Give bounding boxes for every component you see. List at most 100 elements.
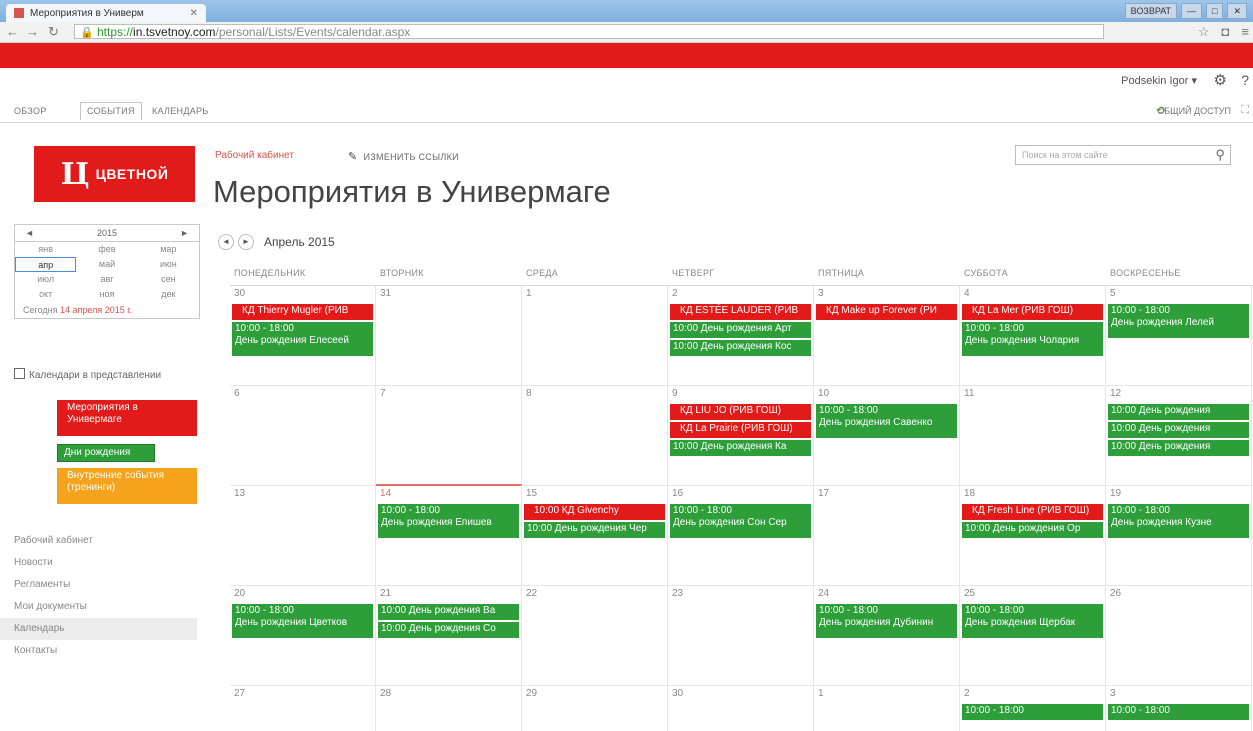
day-number[interactable]: 2 [668,288,813,302]
left-nav-item[interactable]: Мои документы [0,596,197,618]
window-close-button[interactable]: ✕ [1227,3,1247,19]
calendars-in-view-label[interactable]: Календари в представлении [29,370,161,381]
event-item[interactable]: КД La Prairie (РИВ ГОШ) [670,422,811,438]
event-item[interactable]: КД Make up Forever (РИ [816,304,957,320]
calendar-day[interactable]: 3 КД Make up Forever (РИ [814,286,960,385]
legend-events[interactable]: Мероприятия в Универмаге [57,400,197,436]
calendar-day[interactable]: 17 [814,486,960,585]
calendar-day[interactable]: 27 [230,686,376,731]
forward-arrow-icon[interactable]: → [26,24,39,39]
month-cell[interactable]: ноя [76,287,137,302]
event-item[interactable]: 10:00 День рождения [1108,404,1249,420]
calendar-day[interactable]: 12 10:00 День рождения 10:00 День рождения… [1106,386,1252,485]
window-minimize-button[interactable]: — [1181,3,1203,19]
calendar-day[interactable]: 26 [1106,586,1252,685]
extension-icon[interactable]: ◘ [1222,24,1230,40]
day-number[interactable]: 27 [230,688,375,702]
day-number[interactable]: 3 [814,288,959,302]
menu-icon[interactable]: ≡ [1241,24,1249,40]
legend-birthdays[interactable]: Дни рождения [57,444,155,462]
calendar-day[interactable]: 6 [230,386,376,485]
month-cell[interactable]: авг [76,272,137,287]
search-input[interactable]: Поиск на этом сайте ⚲ [1015,145,1231,165]
calendar-day[interactable]: 30 [668,686,814,731]
day-number[interactable]: 14 [376,488,521,502]
left-nav-item[interactable]: Новости [0,552,197,574]
event-item[interactable]: 10:00 - 18:00 День рождения Дубинин [816,604,957,638]
day-number[interactable]: 4 [960,288,1105,302]
event-item[interactable]: 10:00 День рождения Арт [670,322,811,338]
calendar-day[interactable]: 20 10:00 - 18:00 День рождения Цветков [230,586,376,685]
calendar-day[interactable]: 31 [376,286,522,385]
event-item[interactable]: 10:00 - 18:00 День рождения Сон Сер [670,504,811,538]
day-number[interactable]: 18 [960,488,1105,502]
calendar-day[interactable]: 2 10:00 - 18:00 [960,686,1106,731]
day-number[interactable]: 24 [814,588,959,602]
calendar-day[interactable]: 16 10:00 - 18:00 День рождения Сон Сер [668,486,814,585]
event-item[interactable]: КД Fresh Line (РИВ ГОШ) [962,504,1103,520]
tab-events[interactable]: СОБЫТИЯ [80,102,142,120]
left-nav-item[interactable]: Контакты [0,640,197,662]
day-number[interactable]: 23 [668,588,813,602]
month-cell[interactable]: фев [76,242,137,257]
calendar-day[interactable]: 7 [376,386,522,485]
user-menu[interactable]: Podsekin Igor ▾ [1121,74,1197,87]
calendar-day[interactable]: 28 [376,686,522,731]
calendar-day[interactable]: 22 [522,586,668,685]
calendar-day[interactable]: 29 [522,686,668,731]
day-number[interactable]: 2 [960,688,1105,702]
search-icon[interactable]: ⚲ [1215,147,1225,163]
address-bar[interactable]: 🔒 https://in.tsvetnoy.com/personal/Lists… [74,24,1104,39]
event-item[interactable]: 10:00 День рождения Ор [962,522,1103,538]
event-item[interactable]: КД LIU JO (РИВ ГОШ) [670,404,811,420]
window-restore-button[interactable]: ВОЗВРАТ [1124,3,1178,19]
today-date-link[interactable]: 14 апреля 2015 г. [60,305,132,315]
left-nav-item[interactable]: Календарь [0,618,197,640]
calendar-day[interactable]: 19 10:00 - 18:00 День рождения Кузне [1106,486,1252,585]
day-number[interactable]: 16 [668,488,813,502]
day-number[interactable]: 28 [376,688,521,702]
event-item[interactable]: 10:00 - 18:00 День рождения Цветков [232,604,373,638]
back-arrow-icon[interactable]: ← [6,24,19,39]
calendar-day[interactable]: 24 10:00 - 18:00 День рождения Дубинин [814,586,960,685]
prev-month-icon[interactable]: ◄ [218,234,234,250]
edit-links-button[interactable]: ✎ ИЗМЕНИТЬ ССЫЛКИ [348,150,459,163]
browser-tab[interactable]: Мероприятия в Универм ✕ [6,4,206,22]
event-item[interactable]: 10:00 День рождения [1108,422,1249,438]
event-item[interactable]: 10:00 - 18:00 День рождения Щербак [962,604,1103,638]
event-item[interactable]: 10:00 - 18:00 День рождения Савенко [816,404,957,438]
day-number[interactable]: 25 [960,588,1105,602]
calendar-day[interactable]: 21 10:00 День рождения Ва 10:00 День рожде… [376,586,522,685]
day-number[interactable]: 29 [522,688,667,702]
day-number[interactable]: 1 [814,688,959,702]
event-item[interactable]: 10:00 - 18:00 [1108,704,1249,720]
event-item[interactable]: 10:00 - 18:00 День рождения Чолария [962,322,1103,356]
bookmark-star-icon[interactable]: ☆ [1198,24,1210,40]
day-number[interactable]: 26 [1106,588,1251,602]
left-nav-item[interactable]: Рабочий кабинет [0,530,197,552]
day-number[interactable]: 22 [522,588,667,602]
month-cell[interactable]: мар [138,242,199,257]
day-number[interactable]: 20 [230,588,375,602]
prev-year-icon[interactable]: ◄ [25,228,34,238]
event-item[interactable]: 10:00 День рождения [1108,440,1249,456]
day-number[interactable]: 10 [814,388,959,402]
day-number[interactable]: 30 [230,288,375,302]
day-number[interactable]: 13 [230,488,375,502]
month-cell[interactable]: май [76,257,137,272]
event-item[interactable]: 10:00 - 18:00 День рождения Лелей [1108,304,1249,338]
day-number[interactable]: 1 [522,288,667,302]
legend-internal-events[interactable]: Внутренние события (тренинги) [57,468,197,504]
calendar-day[interactable]: 23 [668,586,814,685]
event-item[interactable]: 10:00 День рождения Ка [670,440,811,456]
day-number[interactable]: 7 [376,388,521,402]
day-number[interactable]: 19 [1106,488,1251,502]
calendar-day[interactable]: 15 10:00 КД Givenchy 10:00 День рождения Ч… [522,486,668,585]
calendar-day[interactable]: 3 10:00 - 18:00 [1106,686,1252,731]
day-number[interactable]: 30 [668,688,813,702]
month-cell[interactable]: окт [15,287,76,302]
month-cell[interactable]: дек [138,287,199,302]
help-icon[interactable]: ? [1241,72,1249,88]
month-cell[interactable]: янв [15,242,76,257]
event-item[interactable]: КД Thierry Mugler (РИВ [232,304,373,320]
